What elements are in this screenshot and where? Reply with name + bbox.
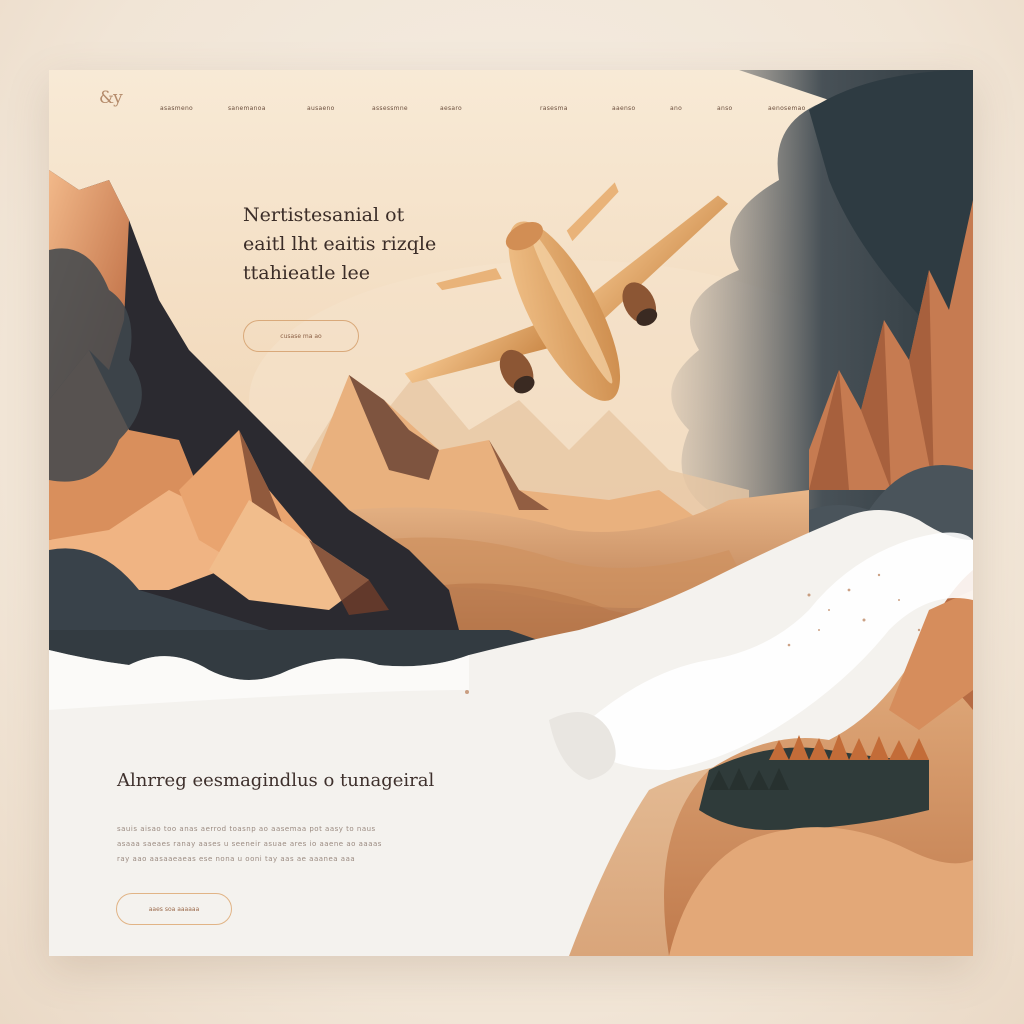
- nav-item-9[interactable]: anso: [717, 105, 732, 112]
- section-title: Alnrreg eesmagindlus o tunageiral: [117, 770, 435, 791]
- nav-item-3[interactable]: ausaeno: [307, 105, 335, 112]
- hero-title: Nertistesanial ot eaitl lht eaitis rizql…: [243, 201, 523, 288]
- section-cta-button[interactable]: aaes soa aaaaaa: [116, 893, 232, 925]
- section-cta-label: aaes soa aaaaaa: [148, 905, 200, 913]
- nav-item-8[interactable]: ano: [670, 105, 682, 112]
- hero-title-line-2: eaitl lht eaitis rizqle: [243, 233, 437, 255]
- section-body-line-2: asaaa saeaes ranay aases u seeneir asuae…: [117, 840, 382, 848]
- hero-cta-button[interactable]: cusase ma ao: [243, 320, 359, 352]
- section-body: sauis aisao too anas aerrod toasnp ao aa…: [117, 822, 422, 867]
- nav-item-10[interactable]: aenosemao: [768, 105, 806, 112]
- hero-cta-label: cusase ma ao: [280, 332, 322, 340]
- hero-title-line-3: ttahieatle lee: [243, 262, 371, 284]
- landing-page-card: &y asasmeno sanemanoa ausaeno assessmne …: [49, 70, 973, 956]
- nav-item-6[interactable]: rasesma: [540, 105, 568, 112]
- brand-logo[interactable]: &y: [99, 88, 123, 108]
- top-navigation: &y asasmeno sanemanoa ausaeno assessmne …: [49, 70, 973, 150]
- section-body-line-3: ray aao aasaaeaeas ese nona u ooni tay a…: [117, 855, 356, 863]
- nav-item-5[interactable]: aesaro: [440, 105, 462, 112]
- nav-item-1[interactable]: asasmeno: [160, 105, 193, 112]
- nav-item-4[interactable]: assessmne: [372, 105, 408, 112]
- nav-item-7[interactable]: aaenso: [612, 105, 635, 112]
- nav-item-2[interactable]: sanemanoa: [228, 105, 266, 112]
- section-body-line-1: sauis aisao too anas aerrod toasnp ao aa…: [117, 825, 376, 833]
- hero-title-line-1: Nertistesanial ot: [243, 204, 405, 226]
